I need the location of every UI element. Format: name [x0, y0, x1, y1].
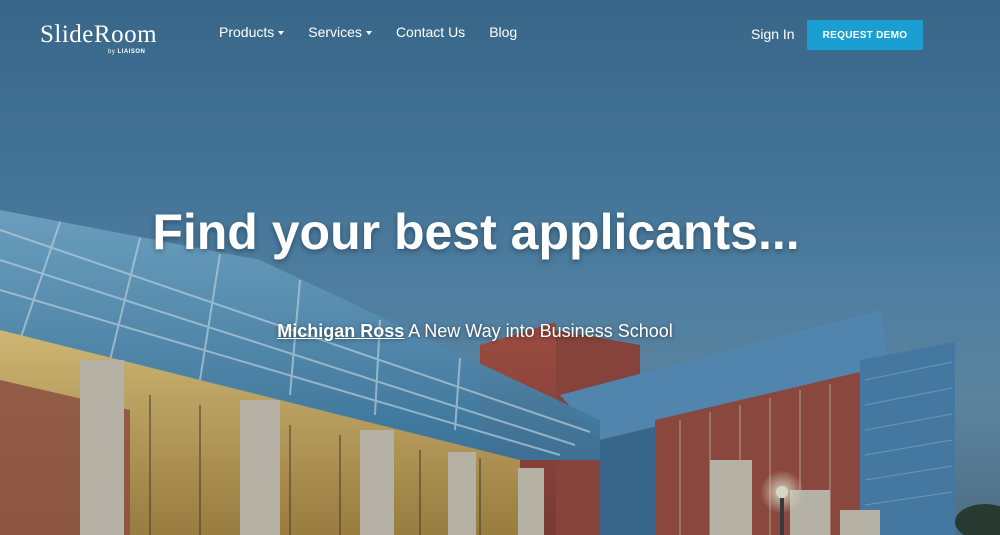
logo-byline: by LIAISON — [108, 49, 145, 55]
nav-item-label: Blog — [489, 24, 518, 40]
request-demo-button[interactable]: REQUEST DEMO — [807, 20, 923, 50]
nav-item-contact-us[interactable]: Contact Us — [396, 24, 465, 40]
caret-down-icon — [365, 31, 372, 36]
page: SlideRoom by LIAISON Products Services C… — [0, 0, 1000, 535]
caret-down-icon — [278, 31, 285, 36]
logo-wordmark: SlideRoom — [40, 21, 158, 48]
hero-title: Find your best applicants... — [152, 204, 800, 260]
nav-item-services[interactable]: Services — [308, 24, 372, 40]
nav-item-blog[interactable]: Blog — [489, 24, 517, 40]
nav-item-products[interactable]: Products — [219, 24, 285, 40]
site-header: SlideRoom by LIAISON Products Services C… — [0, 0, 1000, 70]
sign-in-link[interactable]: Sign In — [751, 26, 795, 42]
nav-item-label: Products — [219, 24, 275, 40]
nav-item-label: Services — [308, 24, 362, 40]
michigan-ross-link[interactable]: Michigan Ross — [277, 321, 404, 341]
hero-subtitle: Michigan Ross A New Way into Business Sc… — [0, 321, 950, 342]
logo-by: by — [108, 49, 116, 55]
logo-brand: LIAISON — [117, 49, 146, 55]
sliderroom-logo[interactable]: SlideRoom by LIAISON — [40, 21, 158, 56]
main-nav: Products Services Contact Us Blog — [219, 24, 541, 40]
nav-item-label: Contact Us — [395, 24, 466, 40]
hero-background-image — [0, 0, 1000, 535]
hero-subtitle-text: A New Way into Business School — [408, 321, 673, 341]
